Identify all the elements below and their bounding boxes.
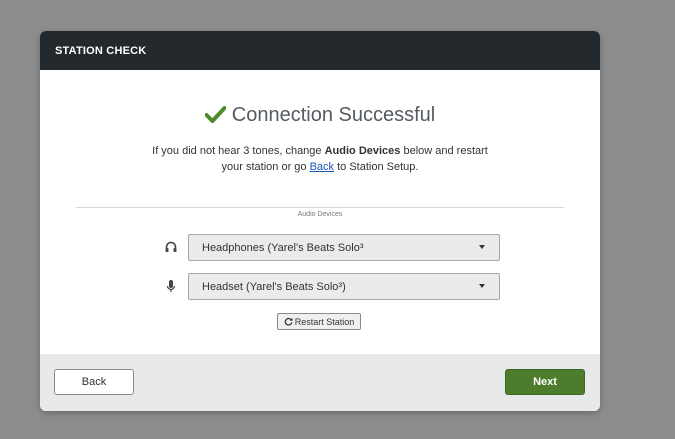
input-device-row: Headset (Yarel's Beats Solo³) bbox=[40, 273, 600, 300]
instructions-part1: If you did not hear 3 tones, change bbox=[152, 145, 325, 157]
dialog-body: Connection Successful If you did not hea… bbox=[40, 70, 600, 354]
back-button[interactable]: Back bbox=[54, 369, 134, 395]
instructions-part2: below and restart bbox=[400, 145, 488, 157]
dialog-title: STATION CHECK bbox=[40, 31, 600, 70]
back-link[interactable]: Back bbox=[310, 161, 334, 173]
restart-station-button[interactable]: Restart Station bbox=[277, 313, 361, 330]
connection-status: Connection Successful bbox=[40, 104, 600, 129]
instructions-part3: your station or go bbox=[221, 161, 310, 173]
output-device-value: Headphones (Yarel's Beats Solo³ bbox=[202, 242, 364, 254]
status-text: Connection Successful bbox=[231, 104, 436, 126]
station-check-dialog: STATION CHECK Connection Successful If y… bbox=[40, 31, 600, 411]
chevron-down-icon bbox=[479, 245, 485, 249]
output-device-select[interactable]: Headphones (Yarel's Beats Solo³ bbox=[188, 234, 500, 261]
next-button[interactable]: Next bbox=[505, 369, 585, 395]
dialog-footer: Back Next bbox=[40, 354, 600, 411]
input-device-select[interactable]: Headset (Yarel's Beats Solo³) bbox=[188, 273, 500, 300]
instructions-part4: to Station Setup. bbox=[334, 161, 419, 173]
section-label-wrap: Audio Devices bbox=[40, 203, 600, 221]
refresh-icon bbox=[284, 317, 293, 326]
restart-station-label: Restart Station bbox=[294, 316, 355, 327]
headphones-icon bbox=[164, 240, 178, 254]
output-device-row: Headphones (Yarel's Beats Solo³ bbox=[40, 234, 600, 261]
checkmark-icon bbox=[204, 106, 227, 129]
microphone-icon bbox=[164, 279, 178, 293]
instructions-text: If you did not hear 3 tones, change Audi… bbox=[40, 143, 600, 175]
section-label: Audio Devices bbox=[289, 211, 351, 218]
instructions-bold: Audio Devices bbox=[324, 145, 401, 157]
input-device-value: Headset (Yarel's Beats Solo³) bbox=[202, 281, 346, 293]
chevron-down-icon bbox=[479, 284, 485, 288]
